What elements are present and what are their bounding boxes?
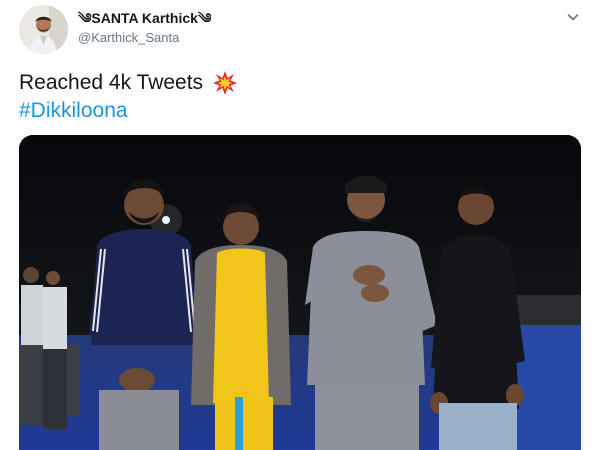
author-handle[interactable]: @Karthick_Santa: [78, 29, 211, 47]
hashtag-link[interactable]: #Dikkiloona: [19, 97, 128, 125]
author-names: ༄SANTA Karthick༄ @Karthick_Santa: [78, 9, 211, 47]
tweet-text-line: Reached 4k Tweets: [19, 71, 204, 94]
chevron-down-icon[interactable]: [565, 9, 581, 25]
tweet-card: ༄SANTA Karthick༄ @Karthick_Santa Reached…: [0, 0, 600, 450]
tweet-media-photo[interactable]: [19, 135, 581, 450]
author-display-name[interactable]: ༄SANTA Karthick༄: [78, 9, 211, 27]
tweet-text: Reached 4k Tweets #Dikkiloona: [19, 69, 238, 125]
author-avatar[interactable]: [19, 5, 68, 54]
collision-emoji-icon: [212, 70, 238, 96]
